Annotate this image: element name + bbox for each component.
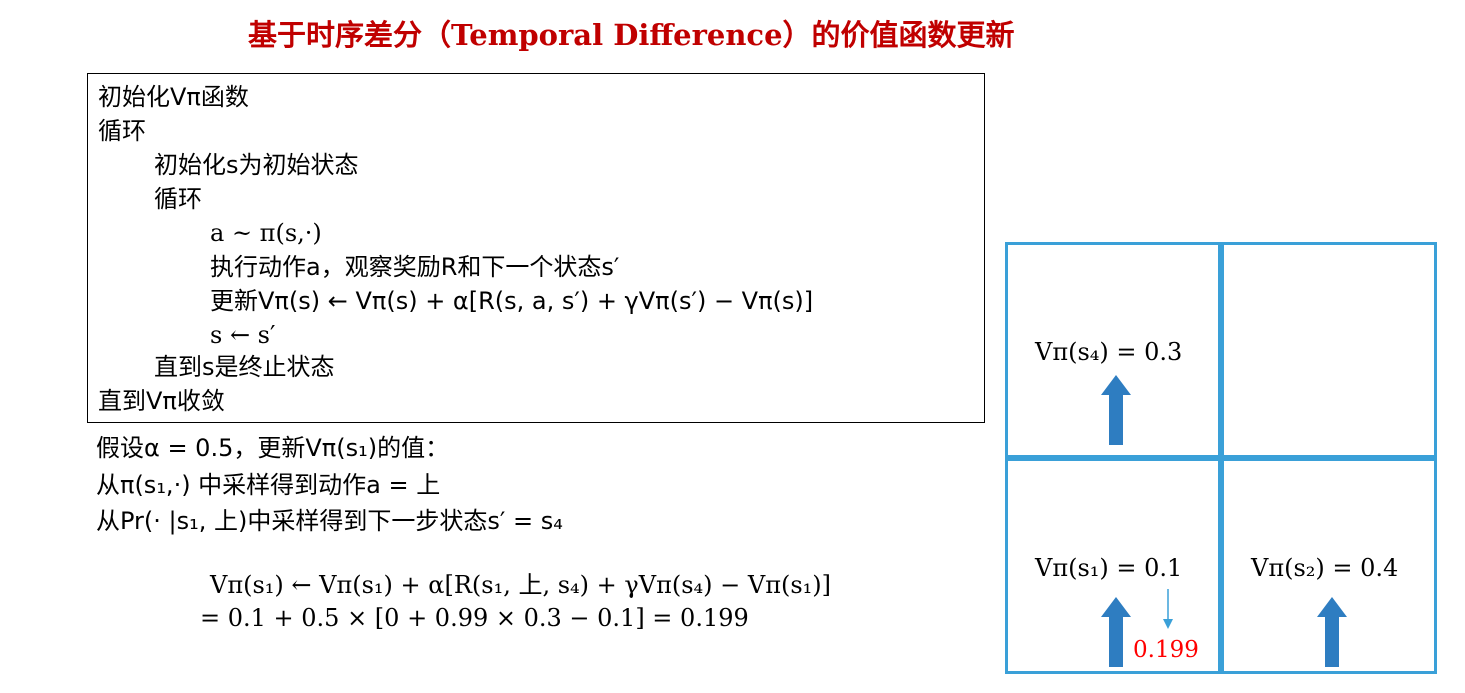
algo-line: a ~ π(s,·): [210, 219, 322, 247]
grid-cell-s2: Vπ(s₂) = 0.4: [1221, 458, 1437, 674]
up-arrow-icon: [1317, 597, 1347, 667]
updated-value: 0.199: [1133, 637, 1199, 663]
algo-line: 初始化s为初始状态: [154, 151, 359, 179]
formula-line: = 0.1 + 0.5 × [0 + 0.99 × 0.3 − 0.1] = 0…: [200, 604, 749, 632]
example-line: 从π(s₁,·) 中采样得到动作a = 上: [96, 471, 441, 499]
grid-cell-s1: Vπ(s₁) = 0.1 0.199: [1005, 458, 1221, 674]
algo-line: 直到s是终止状态: [154, 353, 335, 381]
cell-value-label: Vπ(s₄) = 0.3: [1035, 338, 1183, 366]
example-line: 假设α = 0.5，更新Vπ(s₁)的值：: [96, 434, 450, 462]
grid-cell-empty: [1221, 242, 1437, 458]
algo-line: 执行动作a，观察奖励R和下一个状态s′: [210, 253, 620, 281]
algo-line: 更新Vπ(s) ← Vπ(s) + α[R(s, a, s′) + γVπ(s′…: [210, 287, 814, 315]
cell-value-label: Vπ(s₁) = 0.1: [1035, 554, 1183, 582]
algo-line: s ← s′: [210, 321, 276, 349]
algo-line: 初始化Vπ函数: [98, 83, 249, 111]
example-line: 从Pr(· |s₁, 上)中采样得到下一步状态s′ = s₄: [96, 507, 563, 535]
cell-value-label: Vπ(s₂) = 0.4: [1251, 554, 1399, 582]
page-title: 基于时序差分（Temporal Difference）的价值函数更新: [248, 18, 1015, 52]
up-arrow-icon: [1101, 597, 1131, 667]
grid-cell-s4: Vπ(s₄) = 0.3: [1005, 242, 1221, 458]
algorithm-box: 初始化Vπ函数 循环 初始化s为初始状态 循环 a ~ π(s,·) 执行动作a…: [87, 73, 985, 423]
down-arrow-icon: [1163, 589, 1173, 629]
formula-line: Vπ(s₁) ← Vπ(s₁) + α[R(s₁, 上, s₄) + γVπ(s…: [210, 571, 832, 599]
algo-line: 直到Vπ收敛: [98, 387, 225, 415]
algo-line: 循环: [154, 185, 202, 213]
up-arrow-icon: [1101, 375, 1131, 445]
grid-world: Vπ(s₄) = 0.3 Vπ(s₁) = 0.1 0.199 Vπ(s₂) =…: [1005, 242, 1437, 674]
algo-line: 循环: [98, 117, 146, 145]
